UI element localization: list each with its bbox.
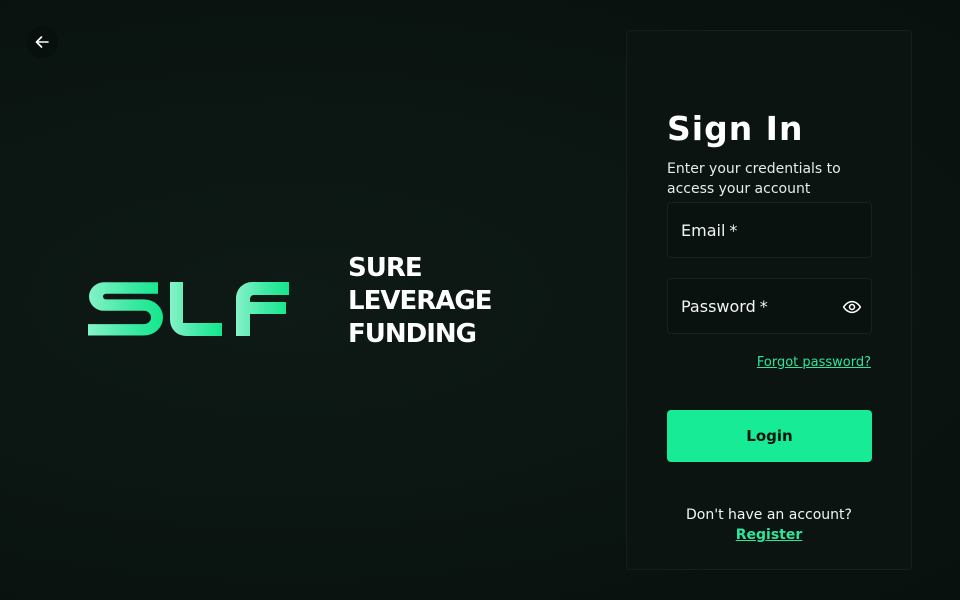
email-field[interactable]: Email * (667, 202, 872, 258)
register-link[interactable]: Register (627, 527, 911, 543)
login-button[interactable]: Login (667, 410, 872, 462)
no-account-text: Don't have an account? (686, 507, 852, 523)
forgot-password-link[interactable]: Forgot password? (757, 355, 871, 370)
brand-name: SURE LEVERAGE FUNDING (348, 252, 492, 351)
brand-line-3: FUNDING (348, 319, 477, 349)
brand-line-2: LEVERAGE (348, 286, 492, 316)
eye-icon[interactable] (842, 297, 862, 317)
signin-subtitle: Enter your credentials to access your ac… (667, 161, 841, 197)
login-page: SURE LEVERAGE FUNDING Sign In Enter your… (0, 0, 960, 600)
email-label: Email * (681, 220, 738, 240)
password-field[interactable]: Password * (667, 278, 872, 334)
password-label: Password * (681, 296, 768, 316)
slf-logo (86, 268, 290, 336)
back-button[interactable] (26, 26, 58, 58)
brand: SURE LEVERAGE FUNDING (86, 252, 492, 351)
arrow-left-icon (35, 36, 49, 48)
signin-card: Sign In Enter your credentials to access… (626, 30, 912, 570)
page-title: Sign In (667, 109, 804, 148)
brand-line-1: SURE (348, 253, 423, 283)
